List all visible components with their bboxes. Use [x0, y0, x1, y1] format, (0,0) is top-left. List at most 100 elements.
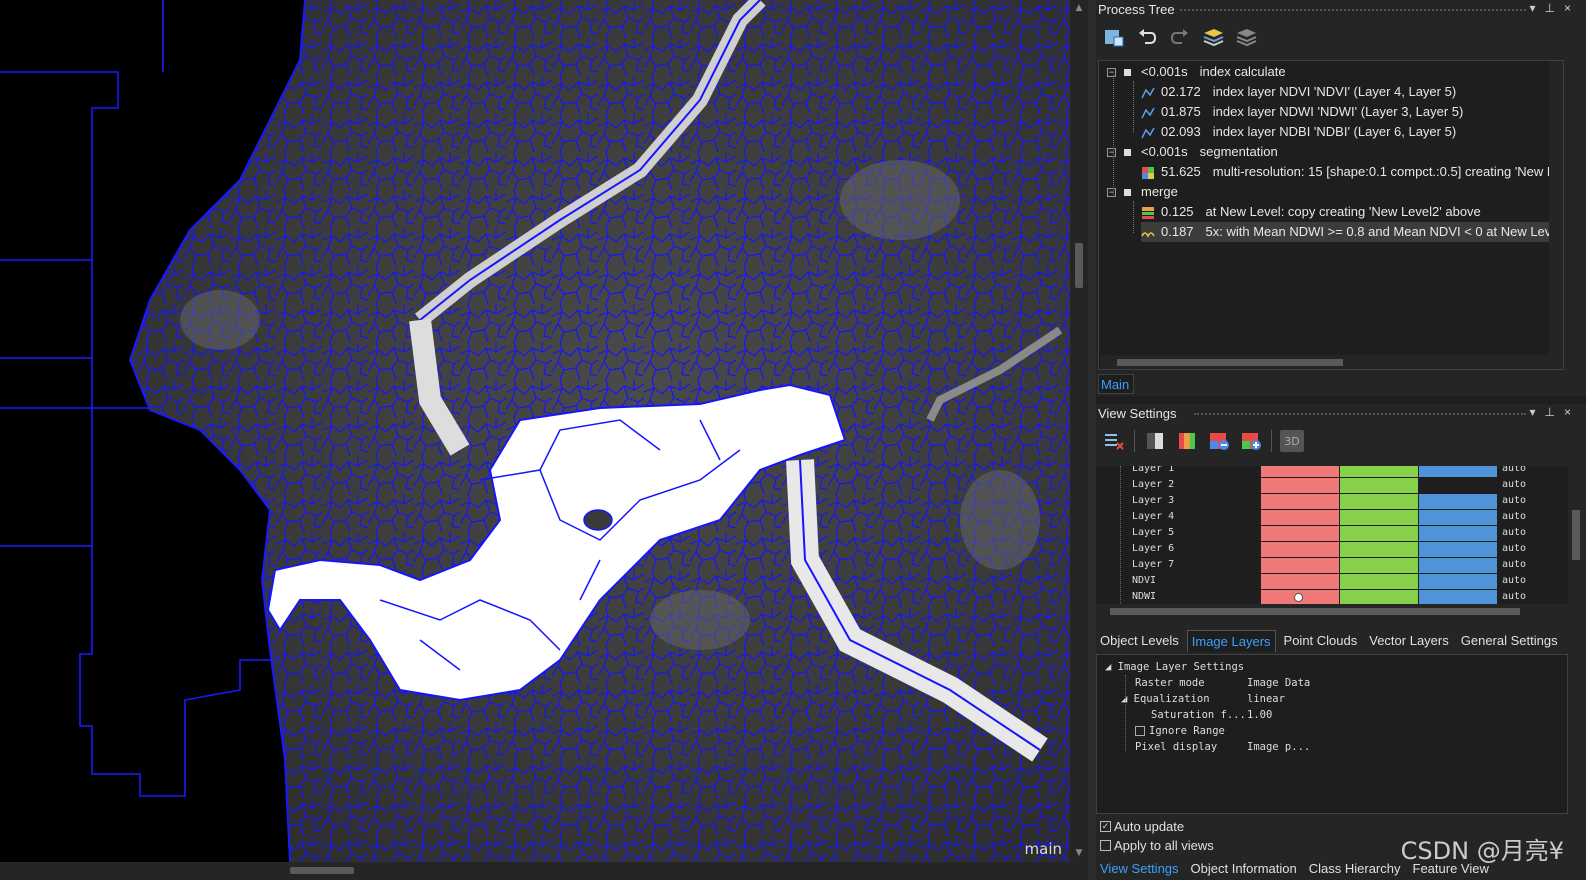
blue-channel-cell[interactable] [1419, 558, 1497, 573]
red-channel-cell[interactable] [1261, 478, 1339, 493]
layer-mode[interactable]: auto [1502, 527, 1526, 538]
tab-main[interactable]: Main [1098, 374, 1134, 394]
green-channel-cell[interactable] [1340, 574, 1418, 589]
collapse-icon[interactable]: − [1107, 68, 1116, 78]
blue-channel-cell[interactable] [1419, 542, 1497, 557]
saturation-value[interactable]: 1.00 [1247, 709, 1272, 721]
layer-mode[interactable]: auto [1502, 575, 1526, 586]
saturation-row[interactable]: Saturation f... 1.00 [1151, 709, 1571, 725]
scroll-thumb[interactable] [290, 867, 354, 874]
layer-mode[interactable]: auto [1502, 466, 1526, 474]
close-icon[interactable]: × [1564, 405, 1580, 419]
tab-image-layers[interactable]: Image Layers [1186, 630, 1276, 652]
blue-channel-cell[interactable] [1419, 574, 1497, 589]
single-layer-icon[interactable] [1143, 430, 1167, 452]
layer-mixing-icon[interactable] [1102, 430, 1126, 452]
collapse-icon[interactable]: ◢ [1105, 661, 1118, 673]
tree-row-ndvi[interactable]: 02.172 index layer NDVI 'NDVI' (Layer 4, … [1141, 82, 1456, 102]
tab-object-levels[interactable]: Object Levels [1096, 630, 1183, 652]
layer-row-6[interactable]: Layer 6 auto [1096, 542, 1568, 558]
tab-class-hierarchy[interactable]: Class Hierarchy [1305, 858, 1405, 880]
dropdown-icon[interactable]: ▾ [1530, 1, 1545, 15]
ignore-range-row[interactable]: Ignore Range [1135, 725, 1225, 741]
three-layer-icon[interactable] [1175, 430, 1199, 452]
scroll-thumb[interactable] [1075, 243, 1083, 288]
green-channel-cell[interactable] [1340, 526, 1418, 541]
blue-channel-cell[interactable] [1419, 590, 1497, 604]
layer-row-7[interactable]: Layer 7 auto [1096, 558, 1568, 574]
tab-point-clouds[interactable]: Point Clouds [1280, 630, 1362, 652]
pin-icon[interactable]: ⊥ [1545, 405, 1564, 419]
tree-row-ndwi[interactable]: 01.875 index layer NDWI 'NDWI' (Layer 3, … [1141, 102, 1463, 122]
tree-row-segmentation[interactable]: − <0.001s segmentation [1107, 142, 1278, 162]
map-horizontal-scrollbar[interactable] [0, 862, 1088, 880]
dropdown-icon[interactable]: ▾ [1530, 405, 1545, 419]
layer-mode[interactable]: auto [1502, 543, 1526, 554]
green-channel-cell[interactable] [1340, 558, 1418, 573]
map-vertical-scrollbar[interactable]: ▲ ▼ [1070, 0, 1088, 862]
undo-icon[interactable] [1135, 26, 1159, 48]
red-channel-cell[interactable] [1261, 574, 1339, 589]
red-channel-cell[interactable] [1261, 466, 1339, 477]
tree-row-merge[interactable]: − merge [1107, 182, 1178, 202]
blue-channel-cell[interactable] [1419, 466, 1497, 477]
redo-icon[interactable] [1168, 26, 1192, 48]
drag-grip[interactable] [1194, 413, 1526, 415]
layers-horizontal-scrollbar[interactable] [1096, 604, 1568, 618]
tree-horizontal-scrollbar[interactable] [1101, 355, 1563, 369]
layer-row-2[interactable]: Layer 2 auto [1096, 478, 1568, 494]
tree-vertical-scrollbar[interactable] [1549, 61, 1563, 357]
layer-row-4[interactable]: Layer 4 auto [1096, 510, 1568, 526]
apply-all-views-checkbox[interactable]: Apply to all views [1100, 838, 1214, 853]
tab-general-settings[interactable]: General Settings [1457, 630, 1562, 652]
segmentation-map[interactable] [0, 0, 1070, 862]
blue-channel-cell[interactable] [1419, 494, 1497, 509]
layer-mode[interactable]: auto [1502, 479, 1526, 490]
scroll-thumb[interactable] [1572, 510, 1580, 560]
tree-row-loop-merge[interactable]: 0.187 5x: with Mean NDWI >= 0.8 and Mean … [1141, 222, 1563, 242]
red-channel-cell[interactable] [1261, 558, 1339, 573]
collapse-icon[interactable]: ◢ [1121, 693, 1134, 705]
scroll-down-icon[interactable]: ▼ [1074, 848, 1084, 858]
pixel-display-value[interactable]: Image p... [1247, 741, 1310, 753]
new-process-icon[interactable] [1102, 26, 1126, 48]
3d-icon[interactable]: 3D [1280, 430, 1304, 452]
green-channel-cell[interactable] [1340, 494, 1418, 509]
red-channel-cell[interactable] [1261, 542, 1339, 557]
layer-row-1[interactable]: Layer 1 auto [1096, 466, 1568, 478]
blue-channel-cell[interactable] [1419, 526, 1497, 541]
layer-row-3[interactable]: Layer 3 auto [1096, 494, 1568, 510]
green-channel-cell[interactable] [1340, 590, 1418, 604]
ignore-range-checkbox[interactable] [1135, 726, 1145, 736]
scroll-thumb[interactable] [1110, 608, 1520, 615]
tree-row-index-calculate[interactable]: − <0.001s index calculate [1107, 62, 1286, 82]
green-channel-cell[interactable] [1340, 510, 1418, 525]
collapse-icon[interactable]: − [1107, 188, 1116, 198]
layer-mode[interactable]: auto [1502, 495, 1526, 506]
red-channel-cell[interactable] [1261, 510, 1339, 525]
red-channel-cell[interactable] [1261, 526, 1339, 541]
green-channel-cell[interactable] [1340, 542, 1418, 557]
red-channel-cell[interactable] [1261, 494, 1339, 509]
close-icon[interactable]: × [1564, 1, 1580, 15]
green-channel-cell[interactable] [1340, 478, 1418, 493]
tab-view-settings[interactable]: View Settings [1096, 858, 1183, 880]
image-view[interactable]: main [0, 0, 1070, 862]
collapse-icon[interactable]: − [1107, 148, 1116, 158]
layer-mode[interactable]: auto [1502, 559, 1526, 570]
save-ruleset-icon[interactable] [1234, 26, 1258, 48]
layers-vertical-scrollbar[interactable] [1568, 466, 1584, 618]
tab-object-information[interactable]: Object Information [1187, 858, 1301, 880]
layer-row-ndvi[interactable]: NDVI auto [1096, 574, 1568, 590]
equalization-value[interactable]: linear [1247, 693, 1285, 705]
green-channel-cell[interactable] [1340, 466, 1418, 477]
raster-mode-value[interactable]: Image Data [1247, 677, 1310, 689]
remove-layer-icon[interactable] [1207, 430, 1231, 452]
pixel-display-row[interactable]: Pixel display Image p... [1135, 741, 1555, 757]
panel-splitter[interactable] [1088, 0, 1096, 880]
pin-icon[interactable]: ⊥ [1545, 1, 1564, 15]
auto-update-checkbox[interactable]: ✓ Auto update [1100, 819, 1184, 834]
layer-mode[interactable]: auto [1502, 511, 1526, 522]
image-layer-mixing-table[interactable]: Layer 1 auto Layer 2 auto Layer 3 auto Laye… [1096, 466, 1568, 604]
checkbox-checked-icon[interactable]: ✓ [1100, 821, 1111, 833]
